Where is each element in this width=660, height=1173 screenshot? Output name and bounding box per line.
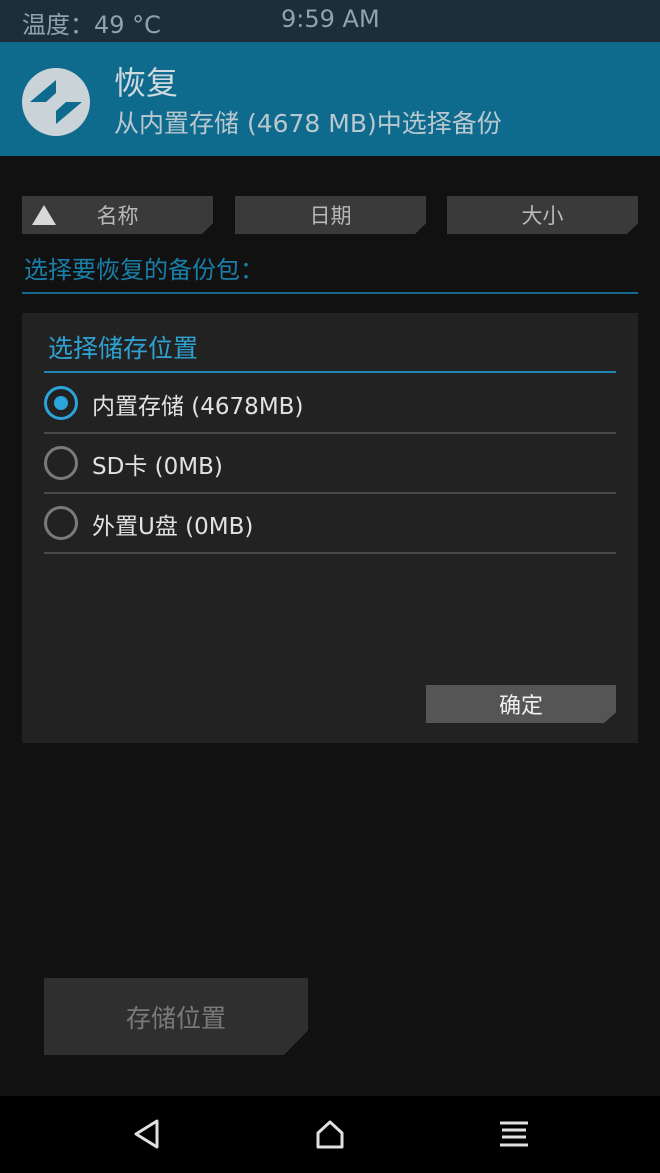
sort-by-date-button[interactable]: 日期 (235, 196, 426, 234)
storage-location-button[interactable]: 存储位置 (44, 978, 308, 1055)
temperature-readout: 温度：49 °C (22, 11, 161, 39)
storage-select-dialog: 选择储存位置 内置存储 (4678MB) SD卡 (0MB) 外置U盘 (0MB… (22, 313, 638, 743)
back-icon[interactable] (127, 1114, 167, 1154)
dialog-title: 选择储存位置 (48, 334, 199, 363)
sort-by-name-button[interactable]: 名称 (22, 196, 213, 234)
page-title: 恢复 (114, 64, 179, 102)
ok-button[interactable]: 确定 (426, 685, 616, 723)
navigation-bar (0, 1096, 660, 1173)
clock: 9:59 AM (281, 5, 380, 33)
radio-unselected-icon[interactable] (44, 446, 78, 480)
prompt-divider (22, 292, 638, 294)
radio-selected-icon[interactable] (44, 386, 78, 420)
header: 恢复 从内置存储 (4678 MB)中选择备份 (0, 42, 660, 156)
sort-by-size-label: 大小 (521, 204, 564, 228)
storage-option-sdcard[interactable]: SD卡 (0MB) (44, 433, 616, 494)
twrp-logo-icon (22, 68, 90, 136)
home-icon[interactable] (310, 1114, 350, 1154)
storage-option-label: 内置存储 (4678MB) (92, 394, 304, 420)
sort-ascending-icon (32, 205, 56, 225)
status-bar: 温度：49 °C 9:59 AM (0, 0, 660, 42)
storage-option-usb[interactable]: 外置U盘 (0MB) (44, 493, 616, 554)
radio-dot (54, 396, 68, 410)
storage-option-label: 外置U盘 (0MB) (92, 514, 254, 540)
storage-option-internal[interactable]: 内置存储 (4678MB) (44, 373, 616, 434)
backup-select-prompt: 选择要恢复的备份包： (24, 256, 264, 284)
menu-icon[interactable] (494, 1114, 534, 1154)
sort-by-date-label: 日期 (309, 204, 352, 228)
sort-by-size-button[interactable]: 大小 (447, 196, 638, 234)
page-subtitle: 从内置存储 (4678 MB)中选择备份 (114, 109, 502, 138)
radio-unselected-icon[interactable] (44, 506, 78, 540)
sort-by-name-label: 名称 (96, 204, 139, 228)
storage-option-label: SD卡 (0MB) (92, 454, 223, 480)
